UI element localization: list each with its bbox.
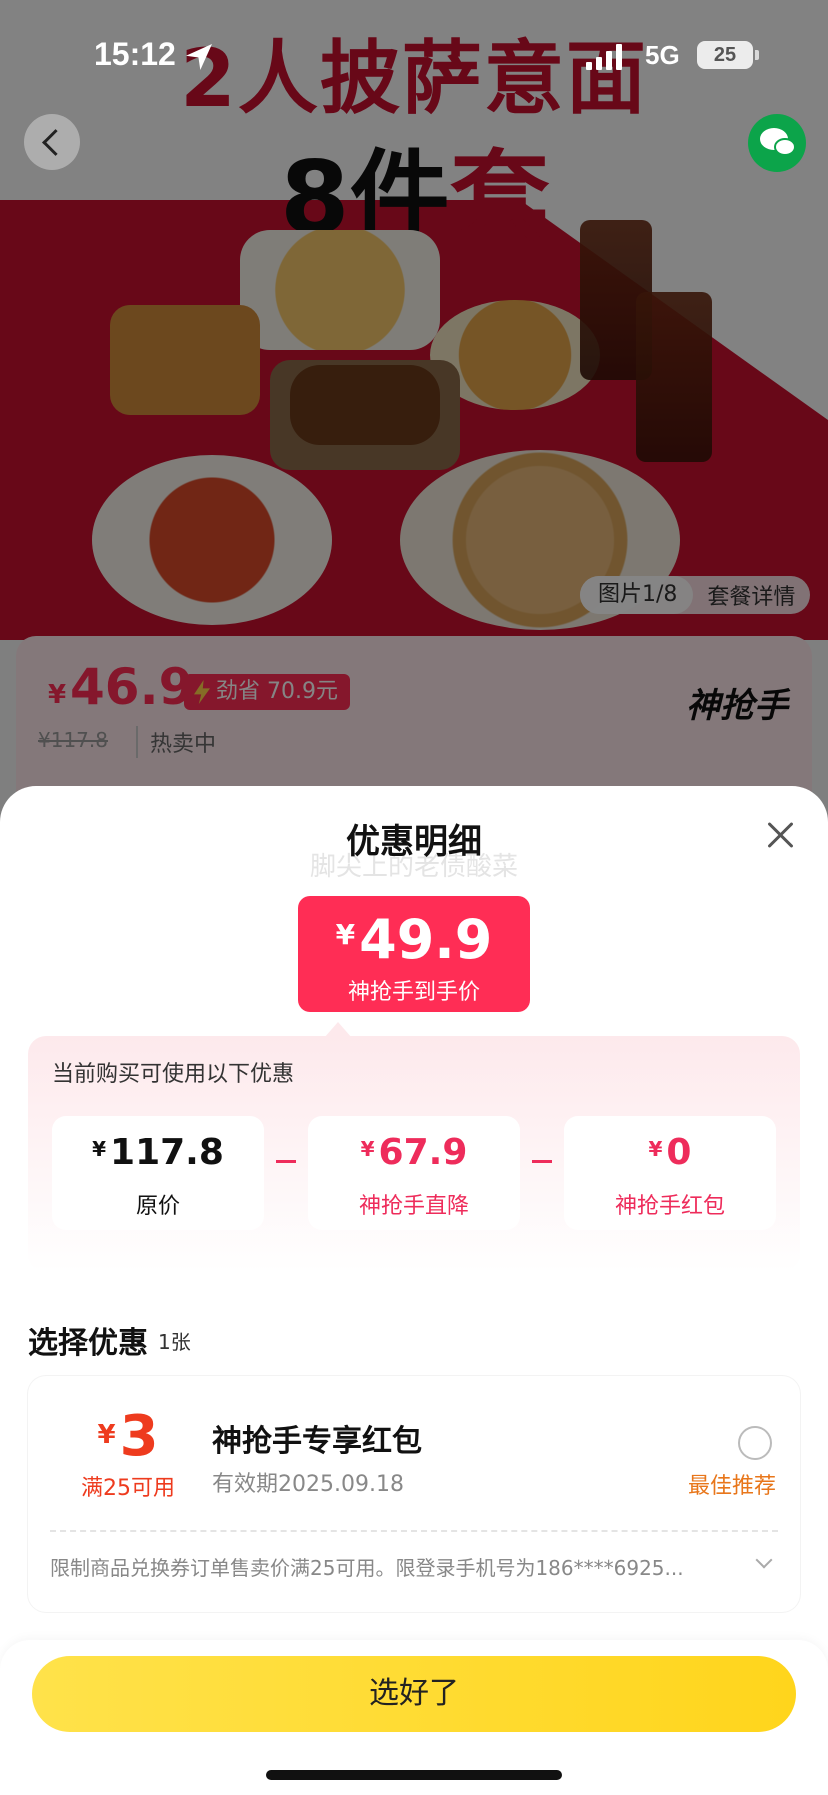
coupon-name: 神抢手专享红包 bbox=[212, 1424, 422, 1459]
home-indicator bbox=[266, 1770, 562, 1780]
discount-breakdown: 当前购买可使用以下优惠 ¥117.8 原价 ¥67.9 神抢手直降 ¥0 神抢手… bbox=[28, 1022, 800, 1272]
coupon-count: 1张 bbox=[158, 1330, 191, 1354]
direct-discount-value: 67.9 bbox=[378, 1132, 468, 1173]
red-packet-card: ¥0 神抢手红包 bbox=[564, 1116, 776, 1230]
dashed-divider bbox=[50, 1530, 778, 1532]
minus-icon bbox=[276, 1160, 296, 1163]
currency-symbol: ¥ bbox=[335, 918, 356, 951]
confirm-button[interactable]: 选好了 bbox=[32, 1656, 796, 1732]
direct-discount-label: 神抢手直降 bbox=[358, 1194, 469, 1219]
close-button[interactable] bbox=[762, 816, 798, 852]
direct-discount-card: ¥67.9 神抢手直降 bbox=[308, 1116, 520, 1230]
original-price-value: 117.8 bbox=[110, 1132, 224, 1173]
network-type: 5G bbox=[645, 40, 680, 70]
original-price-label: 原价 bbox=[135, 1194, 180, 1219]
back-button[interactable] bbox=[24, 114, 80, 170]
best-recommend-tag: 最佳推荐 bbox=[687, 1474, 776, 1499]
red-packet-value: 0 bbox=[666, 1132, 692, 1173]
minus-icon bbox=[532, 1160, 552, 1163]
sheet-title: 优惠明细 bbox=[346, 822, 482, 862]
signal-icon bbox=[586, 44, 622, 70]
battery-icon: 25 bbox=[697, 41, 753, 69]
select-discount-title: 选择优惠 bbox=[28, 1326, 148, 1361]
discount-detail-sheet: 脚尖上的老债酸菜 优惠明细 ¥49.9 神抢手到手价 当前购买可使用以下优惠 ¥… bbox=[0, 786, 828, 1795]
wechat-share-button[interactable] bbox=[748, 114, 806, 172]
footer-bar: 选好了 bbox=[0, 1640, 828, 1795]
coupon-card[interactable]: ¥3 满25可用 神抢手专享红包 有效期2025.09.18 最佳推荐 限制商品… bbox=[28, 1376, 800, 1612]
original-price-card: ¥117.8 原价 bbox=[52, 1116, 264, 1230]
final-price-amount: 49.9 bbox=[359, 908, 493, 971]
pointer-arrow bbox=[324, 1022, 352, 1038]
final-price-badge: ¥49.9 神抢手到手价 bbox=[298, 896, 530, 1012]
final-price-label: 神抢手到手价 bbox=[347, 980, 480, 1005]
red-packet-label: 神抢手红包 bbox=[614, 1194, 725, 1219]
location-arrow-icon bbox=[186, 44, 212, 70]
coupon-select-radio[interactable] bbox=[738, 1426, 772, 1460]
coupon-rules: 限制商品兑换券订单售卖价满25可用。限登录手机号为186****6925... bbox=[50, 1556, 684, 1580]
discount-breakdown-title: 当前购买可使用以下优惠 bbox=[52, 1062, 295, 1087]
status-bar: 15:12 5G 25 bbox=[0, 0, 828, 110]
coupon-amount: ¥3 bbox=[97, 1404, 159, 1469]
status-time: 15:12 bbox=[94, 36, 176, 72]
chevron-down-icon[interactable] bbox=[755, 1551, 773, 1569]
coupon-condition: 满25可用 bbox=[81, 1476, 175, 1501]
coupon-expiry: 有效期2025.09.18 bbox=[212, 1472, 404, 1497]
